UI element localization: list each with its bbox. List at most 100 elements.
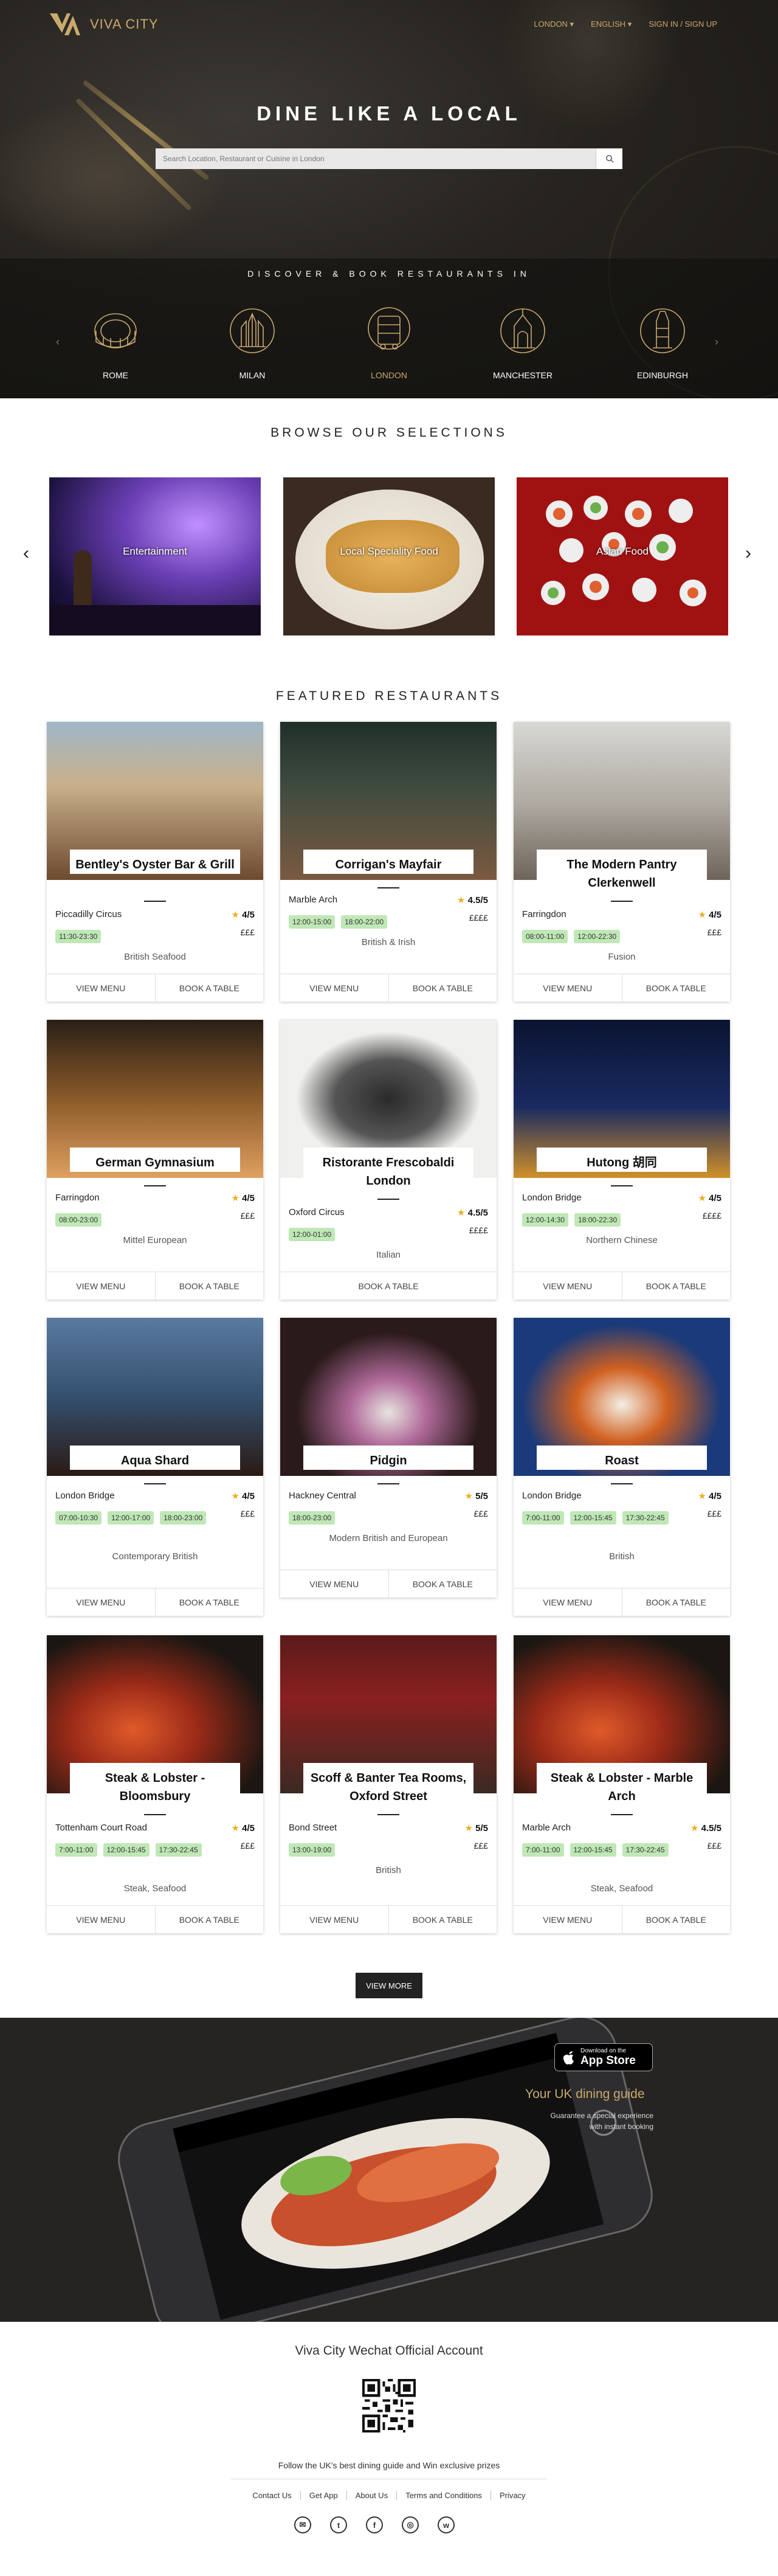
view-menu-button[interactable]: VIEW MENU <box>514 1588 622 1616</box>
city-london[interactable]: LONDON <box>346 304 432 380</box>
restaurant-card[interactable]: The Modern Pantry Clerkenwell Farringdon ★… <box>514 722 730 1002</box>
book-table-button[interactable]: BOOK A TABLE <box>621 1272 731 1300</box>
view-menu-button[interactable]: VIEW MENU <box>514 1272 622 1300</box>
time-slot[interactable]: 12:00-15:45 <box>570 1843 616 1857</box>
time-slot[interactable]: 13:00-19:00 <box>289 1843 336 1857</box>
time-slot[interactable]: 7:00-11:00 <box>55 1843 97 1857</box>
logo[interactable]: VIVA CITY <box>49 11 159 38</box>
search-input[interactable] <box>156 148 596 169</box>
terms-link[interactable]: Terms and Conditions <box>396 2491 491 2500</box>
selection-local-speciality[interactable]: Local Speciality Food <box>283 477 495 635</box>
instagram-icon[interactable]: ◎ <box>402 2516 419 2533</box>
restaurant-name[interactable]: The Modern Pantry Clerkenwell <box>537 850 707 892</box>
book-table-button[interactable]: BOOK A TABLE <box>280 1272 497 1300</box>
get-app-link[interactable]: Get App <box>300 2491 346 2500</box>
time-slot[interactable]: 18:00-23:00 <box>160 1511 207 1525</box>
book-table-button[interactable]: BOOK A TABLE <box>154 1588 264 1616</box>
time-slot[interactable]: 12:00-14:30 <box>522 1213 569 1227</box>
book-table-button[interactable]: BOOK A TABLE <box>621 974 731 1002</box>
selection-next-arrow[interactable]: › <box>745 543 751 564</box>
time-slot[interactable]: 08:00-23:00 <box>55 1213 102 1227</box>
book-table-button[interactable]: BOOK A TABLE <box>388 1570 497 1598</box>
restaurant-card[interactable]: Bentley's Oyster Bar & Grill Piccadilly C… <box>47 722 263 1002</box>
view-menu-button[interactable]: VIEW MENU <box>514 1906 622 1933</box>
time-slot[interactable]: 12:00-15:45 <box>570 1511 616 1525</box>
time-slot[interactable]: 17:30-22:45 <box>622 1843 669 1857</box>
restaurant-card[interactable]: Aqua Shard London Bridge ★ 4/5 £££ 07:00-10:… <box>47 1318 263 1616</box>
view-menu-button[interactable]: VIEW MENU <box>47 1906 155 1933</box>
restaurant-card[interactable]: Hutong 胡同 London Bridge ★ 4/5 ££££ 12:00-14:… <box>514 1020 730 1300</box>
restaurant-card[interactable]: Roast London Bridge ★ 4/5 £££ 7:00-11:00 12:0… <box>514 1318 730 1616</box>
restaurant-card[interactable]: Scoff & Banter Tea Rooms, Oxford Street B… <box>280 1635 497 1933</box>
city-prev-arrow[interactable]: ‹ <box>56 336 60 348</box>
view-menu-button[interactable]: VIEW MENU <box>47 1588 155 1616</box>
restaurant-name[interactable]: Hutong 胡同 <box>537 1148 707 1172</box>
time-slot[interactable]: 7:00-11:00 <box>522 1511 564 1525</box>
language-selector[interactable]: ENGLISH ▾ <box>591 19 632 29</box>
twitter-icon[interactable]: t <box>330 2516 347 2533</box>
book-table-button[interactable]: BOOK A TABLE <box>388 974 497 1002</box>
privacy-link[interactable]: Privacy <box>490 2491 534 2500</box>
time-slot[interactable]: 7:00-11:00 <box>522 1843 564 1857</box>
city-milan[interactable]: MILAN <box>210 304 295 380</box>
view-menu-button[interactable]: VIEW MENU <box>47 1272 155 1300</box>
time-slot[interactable]: 12:00-15:00 <box>289 915 336 929</box>
view-menu-button[interactable]: VIEW MENU <box>280 1570 388 1598</box>
city-next-arrow[interactable]: › <box>715 336 718 348</box>
time-slot[interactable]: 18:00-23:00 <box>289 1511 336 1525</box>
book-table-button[interactable]: BOOK A TABLE <box>154 1272 264 1300</box>
restaurant-card[interactable]: Ristorante Frescobaldi London Oxford Circ… <box>280 1020 497 1300</box>
city-rome[interactable]: ROME <box>73 304 158 380</box>
view-menu-button[interactable]: VIEW MENU <box>280 1906 388 1933</box>
restaurant-card[interactable]: Corrigan's Mayfair Marble Arch ★ 4.5/5 ££££… <box>280 722 497 1002</box>
restaurant-card[interactable]: German Gymnasium Farringdon ★ 4/5 £££ 08:00-… <box>47 1020 263 1300</box>
book-table-button[interactable]: BOOK A TABLE <box>154 1906 264 1933</box>
city-manchester[interactable]: MANCHESTER <box>480 304 565 380</box>
about-us-link[interactable]: About Us <box>346 2491 396 2500</box>
email-icon[interactable]: ✉ <box>294 2516 311 2533</box>
app-store-button[interactable]: Download on the App Store <box>554 2043 653 2071</box>
time-slot[interactable]: 12:00-01:00 <box>289 1228 336 1241</box>
time-slot[interactable]: 12:00-22:30 <box>574 930 621 943</box>
view-more-button[interactable]: VIEW MORE <box>356 1973 422 1998</box>
restaurant-card[interactable]: Pidgin Hackney Central ★ 5/5 £££ 18:00-23:00… <box>280 1318 497 1598</box>
restaurant-name[interactable]: Bentley's Oyster Bar & Grill <box>70 850 240 874</box>
restaurant-name[interactable]: Scoff & Banter Tea Rooms, Oxford Street <box>303 1763 473 1806</box>
restaurant-name[interactable]: Aqua Shard <box>70 1446 240 1470</box>
selection-asian-food[interactable]: Asian Food <box>517 477 728 635</box>
selection-prev-arrow[interactable]: ‹ <box>23 543 29 564</box>
restaurant-name[interactable]: Steak & Lobster - Marble Arch <box>537 1763 707 1806</box>
city-selector[interactable]: LONDON ▾ <box>534 19 574 29</box>
contact-us-link[interactable]: Contact Us <box>244 2491 300 2500</box>
time-slot[interactable]: 12:00-15:45 <box>103 1843 150 1857</box>
time-slot[interactable]: 07:00-10:30 <box>55 1511 102 1525</box>
time-slot[interactable]: 18:00-22:30 <box>574 1213 621 1227</box>
restaurant-name[interactable]: Pidgin <box>303 1446 473 1470</box>
restaurant-name[interactable]: Roast <box>537 1446 707 1470</box>
time-slot[interactable]: 17:30-22:45 <box>155 1843 202 1857</box>
weibo-icon[interactable]: w <box>438 2516 455 2533</box>
selection-entertainment[interactable]: Entertainment <box>49 477 261 635</box>
sign-in-link[interactable]: SIGN IN / SIGN UP <box>649 19 717 29</box>
book-table-button[interactable]: BOOK A TABLE <box>388 1906 497 1933</box>
restaurant-name[interactable]: Ristorante Frescobaldi London <box>303 1148 473 1190</box>
book-table-button[interactable]: BOOK A TABLE <box>621 1588 731 1616</box>
search-button[interactable] <box>596 148 622 169</box>
restaurant-card[interactable]: Steak & Lobster - Marble Arch Marble Arch… <box>514 1635 730 1933</box>
restaurant-name[interactable]: Steak & Lobster - Bloomsbury <box>70 1763 240 1806</box>
city-edinburgh[interactable]: EDINBURGH <box>620 304 705 380</box>
time-slot[interactable]: 11:30-23:30 <box>55 930 102 943</box>
view-menu-button[interactable]: VIEW MENU <box>47 974 155 1002</box>
restaurant-name[interactable]: German Gymnasium <box>70 1148 240 1172</box>
time-slot[interactable]: 18:00-22:00 <box>341 915 388 929</box>
facebook-icon[interactable]: f <box>366 2516 383 2533</box>
book-table-button[interactable]: BOOK A TABLE <box>154 974 264 1002</box>
time-slot[interactable]: 17:30-22:45 <box>622 1511 669 1525</box>
book-table-button[interactable]: BOOK A TABLE <box>621 1906 731 1933</box>
view-menu-button[interactable]: VIEW MENU <box>514 974 622 1002</box>
restaurant-name[interactable]: Corrigan's Mayfair <box>303 850 473 874</box>
restaurant-card[interactable]: Steak & Lobster - Bloomsbury Tottenham Co… <box>47 1635 263 1933</box>
view-menu-button[interactable]: VIEW MENU <box>280 974 388 1002</box>
time-slot[interactable]: 12:00-17:00 <box>108 1511 154 1525</box>
time-slot[interactable]: 08:00-11:00 <box>522 930 568 943</box>
